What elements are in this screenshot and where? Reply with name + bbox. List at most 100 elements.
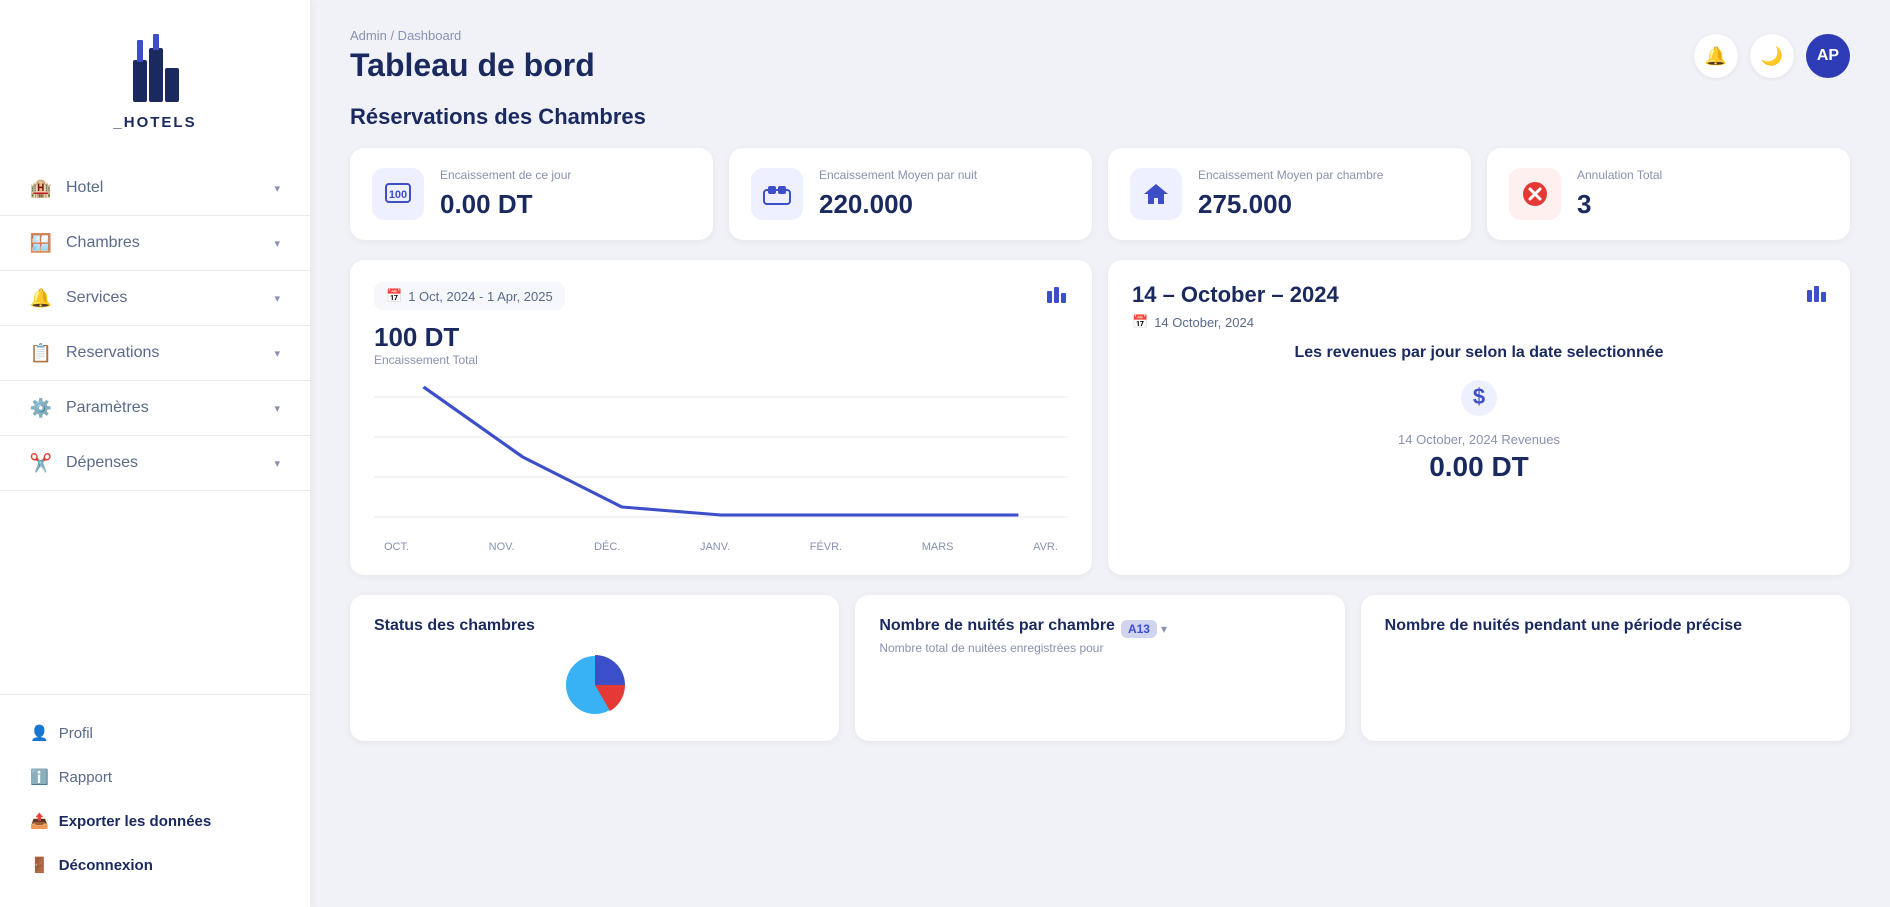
profil-label: Profil [59,725,93,742]
sidebar-label-depenses: Dépenses [66,454,138,472]
moon-icon: 🌙 [1761,46,1783,67]
chevron-services: ▾ [274,292,280,305]
sidebar-item-chambres[interactable]: 🪟 Chambres ▾ [0,216,310,271]
x-label-nov: NOV. [489,541,515,553]
stat-info-encaissement-chambre: Encaissement Moyen par chambre 275.000 [1198,168,1383,220]
sidebar-item-reservations[interactable]: 📋 Reservations ▾ [0,326,310,381]
right-calendar-icon: 📅 [1132,314,1148,330]
stat-info-encaissement-nuit: Encaissement Moyen par nuit 220.000 [819,168,977,220]
stat-cards: 100 Encaissement de ce jour 0.00 DT Enca… [350,148,1850,240]
sidebar-item-profil[interactable]: 👤 Profil [0,711,310,755]
x-label-mars: MARS [922,541,954,553]
status-pie-chart [555,645,635,725]
stat-value-encaissement-chambre: 275.000 [1198,189,1383,220]
header-left: Admin / Dashboard Tableau de bord [350,28,595,84]
page-header: Admin / Dashboard Tableau de bord 🔔 🌙 AP [310,0,1890,94]
sidebar-item-services[interactable]: 🔔 Services ▾ [0,271,310,326]
stat-label-encaissement-jour: Encaissement de ce jour [440,168,571,184]
stat-info-annulation: Annulation Total 3 [1577,168,1662,220]
charts-row: 📅 1 Oct, 2024 - 1 Apr, 2025 100 DT Encai… [350,260,1850,575]
chart-bar-icon-left [1046,283,1068,309]
stat-label-encaissement-nuit: Encaissement Moyen par nuit [819,168,977,184]
nuitees-chambre-subtitle: Nombre total de nuitées enregistrées pou… [879,641,1320,655]
a13-chevron: ▾ [1161,622,1167,636]
revenue-value: 0.00 DT [1132,451,1826,483]
sidebar-label-parametres: Paramètres [66,399,149,417]
right-panel-title: 14 – October – 2024 [1132,282,1826,308]
chevron-reservations: ▾ [274,347,280,360]
page-content: Réservations des Chambres 100 Encaisseme… [310,94,1890,907]
calendar-icon: 📅 [386,288,402,304]
chart-card-right: 14 – October – 2024 📅 14 October, 2024 L… [1108,260,1850,575]
stat-value-encaissement-nuit: 220.000 [819,189,977,220]
svg-text:$: $ [1473,384,1485,409]
sidebar-bottom: 👤 Profil ℹ️ Rapport 📤 Exporter les donné… [0,694,310,907]
stat-icon-annulation [1509,168,1561,220]
sidebar-item-hotel[interactable]: 🏨 Hotel ▾ [0,161,310,216]
rapport-icon: ℹ️ [30,768,49,786]
sidebar-logo: _HOTELS [0,0,310,151]
stat-value-encaissement-jour: 0.00 DT [440,189,571,220]
x-label-fevr: FÉVR. [810,541,842,553]
chart-header-left: 📅 1 Oct, 2024 - 1 Apr, 2025 [374,282,1068,310]
right-panel-subtitle: Les revenues par jour selon la date sele… [1132,344,1826,362]
parametres-icon: ⚙️ [30,397,52,419]
stat-value-annulation: 3 [1577,189,1662,220]
sidebar-item-parametres[interactable]: ⚙️ Paramètres ▾ [0,381,310,436]
right-panel-date-badge: 📅 14 October, 2024 [1132,314,1826,330]
hotel-icon: 🏨 [30,177,52,199]
bottom-row: Status des chambres Nombre de nuités par… [350,595,1850,741]
sidebar-label-reservations: Reservations [66,344,159,362]
logo-icon [115,30,195,110]
chart-card-left: 📅 1 Oct, 2024 - 1 Apr, 2025 100 DT Encai… [350,260,1092,575]
stat-icon-encaissement-jour: 100 [372,168,424,220]
nuitees-title-row: Nombre de nuités par chambre A13 ▾ [879,617,1320,641]
deconnexion-label: Déconnexion [59,857,153,874]
sidebar-label-services: Services [66,289,127,307]
line-chart [374,377,1068,537]
rapport-label: Rapport [59,769,112,786]
header-right: 🔔 🌙 AP [1694,34,1850,78]
sidebar-item-depenses[interactable]: ✂️ Dépenses ▾ [0,436,310,491]
stat-card-encaissement-jour: 100 Encaissement de ce jour 0.00 DT [350,148,713,240]
sidebar-item-rapport[interactable]: ℹ️ Rapport [0,755,310,799]
exporter-label: Exporter les données [59,813,212,830]
reservations-icon: 📋 [30,342,52,364]
sidebar-item-exporter[interactable]: 📤 Exporter les données [0,799,310,843]
chevron-chambres: ▾ [274,237,280,250]
x-label-dec: DÉC. [594,541,620,553]
date-range-badge[interactable]: 📅 1 Oct, 2024 - 1 Apr, 2025 [374,282,565,310]
stat-icon-encaissement-chambre [1130,168,1182,220]
svg-text:100: 100 [389,189,407,201]
sidebar-label-hotel: Hotel [66,179,103,197]
chart-bar-icon-right [1806,282,1828,308]
nuitees-periode-title: Nombre de nuités pendant une période pré… [1385,617,1826,635]
chevron-depenses: ▾ [274,457,280,470]
bottom-card-nuitees-chambre: Nombre de nuités par chambre A13 ▾ Nombr… [855,595,1344,741]
chevron-hotel: ▾ [274,182,280,195]
chart-x-labels: OCT. NOV. DÉC. JANV. FÉVR. MARS AVR. [374,541,1068,553]
bottom-card-status: Status des chambres [350,595,839,741]
avatar[interactable]: AP [1806,34,1850,78]
a13-badge[interactable]: A13 [1121,620,1157,638]
stat-card-encaissement-chambre: Encaissement Moyen par chambre 275.000 [1108,148,1471,240]
profil-icon: 👤 [30,724,49,742]
depenses-icon: ✂️ [30,452,52,474]
nuitees-chambre-title: Nombre de nuités par chambre [879,617,1115,635]
stat-label-annulation: Annulation Total [1577,168,1662,184]
services-icon: 🔔 [30,287,52,309]
stat-label-encaissement-chambre: Encaissement Moyen par chambre [1198,168,1383,184]
chambres-icon: 🪟 [30,232,52,254]
page-title: Tableau de bord [350,47,595,84]
chevron-parametres: ▾ [274,402,280,415]
stat-card-annulation: Annulation Total 3 [1487,148,1850,240]
notifications-button[interactable]: 🔔 [1694,34,1738,78]
right-date-text: 14 October, 2024 [1154,315,1254,330]
deconnexion-icon: 🚪 [30,856,49,874]
revenue-label: 14 October, 2024 Revenues [1132,432,1826,447]
logo-text: _HOTELS [113,114,196,131]
bell-icon: 🔔 [1705,46,1727,67]
sidebar-item-deconnexion[interactable]: 🚪 Déconnexion [0,843,310,887]
sidebar-nav: 🏨 Hotel ▾ 🪟 Chambres ▾ 🔔 Services ▾ 📋 Re… [0,151,310,694]
theme-toggle-button[interactable]: 🌙 [1750,34,1794,78]
